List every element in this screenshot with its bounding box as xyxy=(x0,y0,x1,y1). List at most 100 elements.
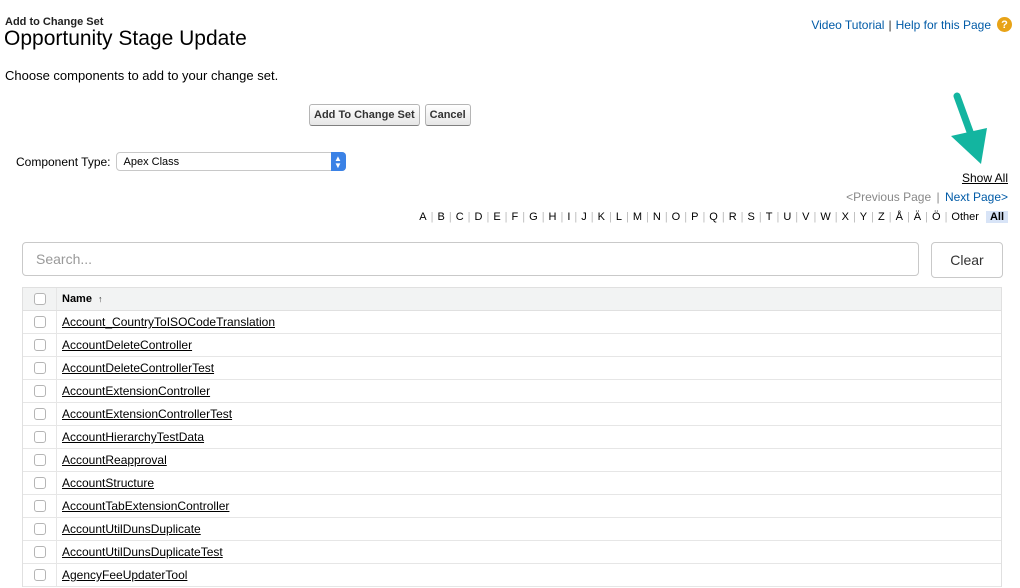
page-title: Opportunity Stage Update xyxy=(4,27,247,50)
table-row: AccountExtensionController xyxy=(23,380,1001,403)
alpha-filter-letter[interactable]: J xyxy=(577,211,591,223)
table-row: AccountDeleteController xyxy=(23,334,1001,357)
clear-button[interactable]: Clear xyxy=(931,242,1003,278)
row-checkbox[interactable] xyxy=(33,569,46,581)
row-checkbox[interactable] xyxy=(33,408,46,420)
paging-separator: | xyxy=(936,190,940,204)
alpha-filter-all[interactable]: All xyxy=(985,211,1008,223)
component-name-link[interactable]: AccountUtilDunsDuplicateTest xyxy=(62,545,223,559)
component-name-link[interactable]: AccountTabExtensionController xyxy=(62,499,229,513)
table-row: AccountExtensionControllerTest xyxy=(23,403,1001,426)
alpha-filter-letter[interactable]: Y xyxy=(856,211,871,223)
alpha-filter-letter[interactable]: B xyxy=(434,211,449,223)
table-row: Account_CountryToISOCodeTranslation xyxy=(23,311,1001,334)
component-type-value: Apex Class xyxy=(123,155,180,168)
row-checkbox[interactable] xyxy=(33,523,46,535)
help-page-link[interactable]: Help for this Page xyxy=(896,18,991,32)
row-checkbox-cell xyxy=(23,495,57,517)
sort-ascending-icon: ↑ xyxy=(97,294,103,304)
component-name-link[interactable]: AccountHierarchyTestData xyxy=(62,430,204,444)
alpha-filter-letter[interactable]: H xyxy=(545,211,561,223)
alpha-filter-letter[interactable]: Ä xyxy=(910,211,925,223)
alpha-filter-letter[interactable]: R xyxy=(725,211,741,223)
alpha-filter-letter[interactable]: Z xyxy=(874,211,889,223)
component-name-link[interactable]: AccountDeleteController xyxy=(62,338,192,352)
component-type-select[interactable]: Apex Class ▲ ▼ xyxy=(115,152,346,171)
link-separator: | xyxy=(888,17,892,32)
alpha-filter-letter[interactable]: M xyxy=(629,211,646,223)
alpha-filter-letter[interactable]: Q xyxy=(705,211,722,223)
row-checkbox-cell xyxy=(23,403,57,425)
alpha-filter-letter[interactable]: E xyxy=(489,211,504,223)
question-circle-icon[interactable]: ? xyxy=(997,17,1012,32)
alpha-filter-letter[interactable]: G xyxy=(525,211,542,223)
row-checkbox-cell xyxy=(23,541,57,563)
row-checkbox[interactable] xyxy=(33,500,46,512)
table-row: AccountDeleteControllerTest xyxy=(23,357,1001,380)
component-name-link[interactable]: AccountReapproval xyxy=(62,453,167,467)
row-checkbox-cell xyxy=(23,334,57,356)
alpha-filter-letter[interactable]: O xyxy=(668,211,685,223)
alpha-filter-letter[interactable]: I xyxy=(563,211,574,223)
table-row: AccountUtilDunsDuplicate xyxy=(23,518,1001,541)
video-tutorial-link[interactable]: Video Tutorial xyxy=(811,18,884,32)
row-checkbox[interactable] xyxy=(33,385,46,397)
add-to-change-set-button[interactable]: Add To Change Set xyxy=(309,104,420,126)
row-checkbox-cell xyxy=(23,380,57,402)
instructions-text: Choose components to add to your change … xyxy=(5,68,279,83)
alpha-filter-letter[interactable]: W xyxy=(816,211,834,223)
alpha-filter-letter[interactable]: Other xyxy=(947,211,983,223)
row-checkbox[interactable] xyxy=(33,477,46,489)
row-checkbox[interactable] xyxy=(33,431,46,443)
row-checkbox[interactable] xyxy=(33,316,46,328)
search-input[interactable]: Search... xyxy=(22,242,919,276)
alpha-filter-letter[interactable]: Ö xyxy=(928,211,945,223)
name-column-header[interactable]: Name ↑ xyxy=(57,293,102,305)
select-all-checkbox[interactable] xyxy=(33,293,46,305)
select-all-cell xyxy=(23,288,57,310)
alpha-filter-letter[interactable]: F xyxy=(508,211,523,223)
alpha-filter-letter[interactable]: X xyxy=(838,211,853,223)
component-name-link[interactable]: AccountExtensionController xyxy=(62,384,210,398)
row-checkbox[interactable] xyxy=(33,362,46,374)
component-name-link[interactable]: AccountStructure xyxy=(62,476,154,490)
next-page-link[interactable]: Next Page> xyxy=(945,190,1008,204)
alpha-filter-letter[interactable]: K xyxy=(594,211,609,223)
component-name-link[interactable]: AccountDeleteControllerTest xyxy=(62,361,214,375)
row-checkbox-cell xyxy=(23,449,57,471)
alpha-filter-letter[interactable]: V xyxy=(798,211,813,223)
pagination: <Previous Page | Next Page> xyxy=(846,190,1008,204)
component-name-link[interactable]: AccountUtilDunsDuplicate xyxy=(62,522,201,536)
alpha-filter-letter[interactable]: Å xyxy=(892,211,907,223)
action-buttons: Add To Change Set Cancel xyxy=(309,104,471,126)
row-checkbox[interactable] xyxy=(33,454,46,466)
alpha-filter-letter[interactable]: T xyxy=(762,211,777,223)
name-header-label: Name xyxy=(62,293,92,305)
components-table: Name ↑ Account_CountryToISOCodeTranslatio… xyxy=(22,287,1002,587)
row-name-cell: AccountTabExtensionController xyxy=(57,499,229,513)
table-row: AccountHierarchyTestData xyxy=(23,426,1001,449)
cancel-button[interactable]: Cancel xyxy=(424,104,471,126)
alpha-filter-letter[interactable]: L xyxy=(612,211,626,223)
alpha-filter-letter[interactable]: S xyxy=(744,211,759,223)
row-checkbox[interactable] xyxy=(33,339,46,351)
alpha-filter-letter[interactable]: D xyxy=(471,211,487,223)
alpha-filter-letter[interactable]: N xyxy=(649,211,665,223)
row-name-cell: AccountHierarchyTestData xyxy=(57,430,204,444)
alpha-filter-letter[interactable]: P xyxy=(687,211,702,223)
row-checkbox[interactable] xyxy=(33,546,46,558)
row-name-cell: AccountReapproval xyxy=(57,453,167,467)
alpha-filter-letter[interactable]: A xyxy=(415,211,430,223)
row-checkbox-cell xyxy=(23,472,57,494)
alpha-filter-letter[interactable]: U xyxy=(779,211,795,223)
row-checkbox-cell xyxy=(23,564,57,586)
row-name-cell: AccountUtilDunsDuplicateTest xyxy=(57,545,223,559)
component-name-link[interactable]: Account_CountryToISOCodeTranslation xyxy=(62,315,275,329)
component-type-label: Component Type: xyxy=(16,154,111,169)
row-checkbox-cell xyxy=(23,518,57,540)
table-row: AccountStructure xyxy=(23,472,1001,495)
show-all-link[interactable]: Show All xyxy=(962,171,1008,185)
component-name-link[interactable]: AgencyFeeUpdaterTool xyxy=(62,568,187,582)
alpha-filter-letter[interactable]: C xyxy=(452,211,468,223)
component-name-link[interactable]: AccountExtensionControllerTest xyxy=(62,407,232,421)
